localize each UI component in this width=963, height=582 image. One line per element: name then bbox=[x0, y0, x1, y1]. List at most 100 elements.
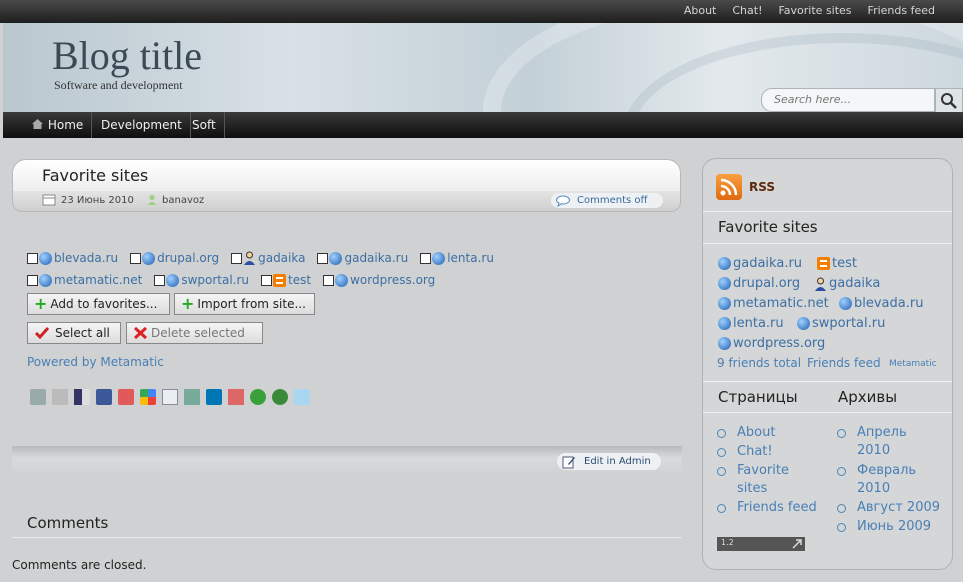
site-link[interactable]: test bbox=[288, 273, 311, 287]
stumbleupon-icon[interactable] bbox=[250, 389, 266, 405]
globe-icon bbox=[432, 251, 446, 265]
top-link-chat[interactable]: Chat! bbox=[732, 4, 762, 17]
page-link-favorite-sites[interactable]: Favorite sites bbox=[737, 462, 797, 498]
add-to-favorites-button[interactable]: + Add to favorites... bbox=[27, 293, 170, 315]
comments-off-badge[interactable]: Comments off bbox=[551, 193, 663, 208]
top-link-favorite-sites[interactable]: Favorite sites bbox=[778, 4, 851, 17]
site-checkbox[interactable] bbox=[231, 252, 243, 264]
sidebar-favorite-link[interactable]: wordpress.org bbox=[718, 336, 825, 351]
site-item: blevada.ru bbox=[27, 251, 118, 265]
counter-widget[interactable]: 1.2 bbox=[717, 537, 805, 551]
import-from-site-label: Import from site... bbox=[197, 297, 306, 311]
site-checkbox[interactable] bbox=[130, 252, 142, 264]
sidebar-favorite-link[interactable]: test bbox=[817, 256, 857, 271]
archive-link[interactable]: Февраль 2010 bbox=[857, 462, 923, 498]
sidebar-favorite-link[interactable]: metamatic.net bbox=[718, 296, 829, 311]
site-link[interactable]: blevada.ru bbox=[54, 251, 118, 265]
site-link[interactable]: metamatic.net bbox=[54, 273, 142, 287]
site-link[interactable]: swportal.ru bbox=[181, 273, 249, 287]
import-from-site-button[interactable]: + Import from site... bbox=[174, 293, 315, 315]
archive-link[interactable]: Август 2009 bbox=[857, 499, 940, 517]
sidebar-favorite-link[interactable]: gadaika bbox=[814, 276, 880, 291]
post-title[interactable]: Favorite sites bbox=[42, 166, 148, 185]
archive-link[interactable]: Июнь 2009 bbox=[857, 518, 931, 536]
globe-icon bbox=[39, 251, 52, 265]
google-icon[interactable] bbox=[140, 389, 156, 405]
user-icon bbox=[244, 251, 256, 265]
nav-label-development: Development bbox=[101, 118, 182, 132]
sidebar-favorite-link[interactable]: lenta.ru bbox=[718, 316, 784, 331]
delete-selected-button[interactable]: Delete selected bbox=[126, 322, 263, 344]
home-icon bbox=[32, 119, 43, 129]
page-link-friends-feed[interactable]: Friends feed bbox=[737, 499, 817, 517]
search-input[interactable]: Search here... bbox=[761, 88, 935, 112]
globe-icon bbox=[797, 317, 810, 330]
rss-icon[interactable] bbox=[716, 174, 742, 200]
divider bbox=[12, 537, 682, 538]
globe-icon bbox=[839, 297, 852, 310]
linkedin-icon[interactable] bbox=[206, 389, 222, 405]
nav-item-development[interactable]: Development bbox=[93, 112, 191, 138]
site-checkbox[interactable] bbox=[317, 252, 329, 264]
search-icon bbox=[941, 93, 957, 109]
site-item: lenta.ru bbox=[420, 251, 494, 265]
plus-icon: + bbox=[181, 294, 195, 313]
blogger-icon bbox=[817, 257, 830, 270]
archive-link[interactable]: Апрель 2010 bbox=[857, 424, 917, 460]
nav-item-home[interactable]: Home bbox=[23, 112, 93, 138]
site-link[interactable]: wordpress.org bbox=[350, 273, 435, 287]
sites-row: metamatic.net swportal.ru test wordpress… bbox=[27, 273, 447, 287]
bullet-icon bbox=[837, 429, 846, 438]
sidebar-favorite-link[interactable]: swportal.ru bbox=[797, 316, 885, 331]
print-icon[interactable] bbox=[30, 389, 46, 405]
globe-icon bbox=[718, 337, 731, 350]
site-item: metamatic.net bbox=[27, 273, 142, 287]
edit-in-admin-button[interactable]: Edit in Admin bbox=[557, 453, 661, 470]
facebook-icon[interactable] bbox=[96, 389, 112, 405]
site-checkbox[interactable] bbox=[323, 274, 335, 286]
post-date: 23 Июнь 2010 bbox=[42, 194, 134, 206]
top-link-friends-feed[interactable]: Friends feed bbox=[868, 4, 935, 17]
sidebar-favorite-link[interactable]: blevada.ru bbox=[839, 296, 923, 311]
delicious-icon[interactable] bbox=[74, 389, 90, 405]
site-link[interactable]: gadaika bbox=[258, 251, 305, 265]
plus-icon: + bbox=[34, 294, 48, 313]
sidebar-favorite-label: lenta.ru bbox=[733, 316, 784, 331]
digg-icon[interactable] bbox=[52, 389, 68, 405]
sidebar-favorite-link[interactable]: gadaika.ru bbox=[718, 256, 802, 271]
page-link-about[interactable]: About bbox=[737, 424, 775, 442]
site-checkbox[interactable] bbox=[154, 274, 166, 286]
post-author-text[interactable]: banavoz bbox=[162, 195, 204, 206]
metamatic-link[interactable]: Metamatic bbox=[889, 359, 937, 369]
site-checkbox[interactable] bbox=[261, 274, 273, 286]
sidebar-favorite-label: swportal.ru bbox=[812, 316, 886, 331]
divider bbox=[703, 412, 952, 413]
site-checkbox[interactable] bbox=[27, 252, 38, 264]
technorati-icon[interactable] bbox=[272, 389, 288, 405]
globe-icon bbox=[718, 317, 731, 330]
blogger-icon bbox=[273, 273, 287, 287]
top-link-about[interactable]: About bbox=[684, 4, 717, 17]
myspace-icon[interactable] bbox=[118, 389, 134, 405]
select-all-label: Select all bbox=[55, 326, 110, 340]
search-button[interactable] bbox=[935, 88, 963, 112]
site-checkbox[interactable] bbox=[420, 252, 432, 264]
friends-feed-link[interactable]: Friends feed bbox=[807, 356, 881, 370]
site-link[interactable]: lenta.ru bbox=[447, 251, 494, 265]
select-all-button[interactable]: Select all bbox=[27, 322, 121, 344]
site-link[interactable]: drupal.org bbox=[157, 251, 219, 265]
rss-link[interactable]: RSS bbox=[749, 180, 775, 194]
friends-total[interactable]: 9 friends total bbox=[717, 356, 801, 370]
site-link[interactable]: gadaika.ru bbox=[344, 251, 408, 265]
site-item: wordpress.org bbox=[323, 273, 435, 287]
bookmark-icon[interactable] bbox=[184, 389, 200, 405]
netvibes-icon[interactable] bbox=[228, 389, 244, 405]
page-link-chat[interactable]: Chat! bbox=[737, 443, 773, 461]
blog-title[interactable]: Blog title bbox=[52, 32, 202, 79]
nav-item-soft[interactable]: Soft bbox=[184, 112, 225, 138]
sidebar-favorite-link[interactable]: drupal.org bbox=[718, 276, 800, 291]
site-checkbox[interactable] bbox=[27, 274, 38, 286]
twitter-icon[interactable] bbox=[294, 389, 310, 405]
powered-by-link[interactable]: Powered by Metamatic bbox=[27, 355, 164, 369]
email-icon[interactable] bbox=[162, 389, 178, 405]
